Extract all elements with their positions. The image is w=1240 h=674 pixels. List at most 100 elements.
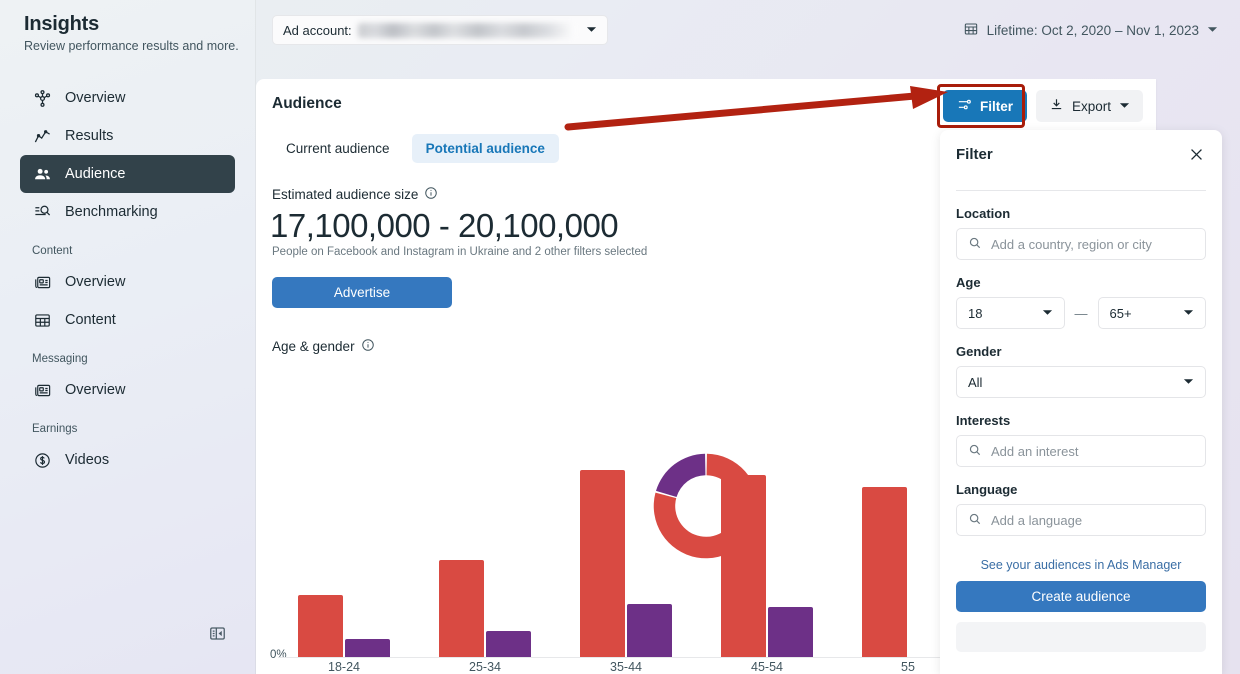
filter-group-interests: Interests Add an interest: [940, 413, 1222, 467]
filter-group-age: Age 18 — 65+: [940, 275, 1222, 329]
estimated-audience-size-label: Estimated audience size: [272, 186, 438, 203]
search-icon: [968, 443, 982, 460]
sidebar-item-label: Content: [65, 312, 116, 328]
date-range-selector[interactable]: Lifetime: Oct 2, 2020 – Nov 1, 2023: [957, 16, 1224, 44]
people-icon: [32, 164, 52, 184]
age-min-select[interactable]: 18: [956, 297, 1065, 329]
app-title: Insights: [24, 13, 100, 35]
gender-value: All: [968, 374, 983, 390]
age-label: Age: [956, 275, 981, 290]
gender-label: Gender: [956, 344, 1002, 359]
x-axis-label-35-44: 35-44: [610, 660, 642, 674]
x-axis-label-25-34: 25-34: [469, 660, 501, 674]
age-range-row: 18 — 65+: [956, 297, 1206, 329]
article-icon: [32, 380, 52, 400]
chevron-down-icon: [1183, 306, 1194, 321]
sidebar-collapse-icon[interactable]: [205, 621, 229, 645]
estimated-audience-size-description: People on Facebook and Instagram in Ukra…: [272, 246, 648, 258]
dollar-circle-icon: [32, 450, 52, 470]
chevron-down-icon: [1119, 99, 1130, 114]
sidebar-item-label: Benchmarking: [65, 204, 158, 220]
sidebar-item-content[interactable]: Content: [20, 301, 235, 339]
ad-account-label: Ad account:: [283, 22, 352, 38]
search-icon: [968, 512, 982, 529]
filter-button-label: Filter: [980, 98, 1014, 114]
filter-panel-title: Filter: [956, 145, 993, 163]
chart-title: Age & gender: [272, 338, 375, 355]
sidebar-item-label: Overview: [65, 90, 126, 106]
tab-current-audience[interactable]: Current audience: [272, 134, 404, 163]
interests-label: Interests: [956, 413, 1011, 428]
network-nodes-icon: [32, 88, 52, 108]
panel-bottom-placeholder: [956, 622, 1206, 652]
filter-group-gender: Gender All: [940, 344, 1222, 398]
sidebar-item-content-overview[interactable]: Overview: [20, 263, 235, 301]
interests-input[interactable]: Add an interest: [956, 435, 1206, 467]
age-max-value: 65+: [1109, 305, 1132, 321]
audience-tabs: Current audience Potential audience: [272, 134, 559, 163]
language-input[interactable]: Add a language: [956, 504, 1206, 536]
age-max-select[interactable]: 65+: [1097, 297, 1206, 329]
sidebar-item-videos[interactable]: Videos: [20, 441, 235, 479]
export-button-label: Export: [1072, 98, 1112, 114]
interests-placeholder: Add an interest: [991, 443, 1079, 459]
chevron-down-icon: [1183, 375, 1194, 390]
language-label: Language: [956, 482, 1018, 497]
estimated-audience-size-value: 17,100,000 - 20,100,000: [270, 207, 619, 244]
sidebar-item-results[interactable]: Results: [20, 117, 235, 155]
age-range-dash: —: [1074, 305, 1088, 321]
bar-women-25-34[interactable]: [439, 560, 484, 657]
article-icon: [32, 272, 52, 292]
close-icon[interactable]: [1186, 144, 1206, 164]
language-placeholder: Add a language: [991, 512, 1083, 528]
bar-women-18-24[interactable]: [298, 595, 343, 657]
gender-select[interactable]: All: [956, 366, 1206, 398]
location-input[interactable]: Add a country, region or city: [956, 228, 1206, 260]
x-axis-label-18-24: 18-24: [328, 660, 360, 674]
y-axis-tick-0: 0%: [270, 649, 287, 661]
donut-slice-men[interactable]: [655, 453, 706, 498]
chevron-down-icon: [1207, 23, 1218, 38]
ad-account-select[interactable]: Ad account:: [272, 15, 608, 45]
bar-men-45-54[interactable]: [768, 607, 813, 657]
sidebar-item-audience[interactable]: Audience: [20, 155, 235, 193]
filter-group-location: Location Add a country, region or city: [940, 206, 1222, 260]
sidebar-item-label: Videos: [65, 452, 110, 468]
export-button[interactable]: Export: [1036, 90, 1144, 122]
sidebar-item-benchmarking[interactable]: Benchmarking: [20, 193, 235, 231]
sidebar-item-label: Audience: [65, 166, 126, 182]
bar-women-45-54[interactable]: [721, 475, 766, 657]
sliders-icon: [957, 97, 972, 115]
age-min-value: 18: [968, 305, 983, 321]
sidebar-item-overview[interactable]: Overview: [20, 79, 235, 117]
search-icon: [968, 236, 982, 253]
bar-men-18-24[interactable]: [345, 639, 390, 657]
info-icon[interactable]: [424, 186, 438, 203]
bar-men-25-34[interactable]: [486, 631, 531, 657]
sidebar-item-label: Overview: [65, 274, 126, 290]
sidebar-group-earnings: Earnings: [32, 423, 78, 435]
estimated-size-text: Estimated audience size: [272, 187, 419, 202]
filter-button[interactable]: Filter: [943, 90, 1028, 122]
magnifier-list-icon: [32, 202, 52, 222]
tab-potential-audience[interactable]: Potential audience: [411, 134, 559, 163]
sidebar-item-messaging-overview[interactable]: Overview: [20, 371, 235, 409]
app-subtitle: Review performance results and more.: [24, 39, 239, 53]
sidebar-group-content: Content: [32, 245, 73, 257]
bar-women-55[interactable]: [862, 487, 907, 657]
create-audience-button[interactable]: Create audience: [956, 581, 1206, 612]
bar-men-35-44[interactable]: [627, 604, 672, 657]
filter-panel: Filter Location Add a country, region or…: [940, 130, 1222, 674]
info-icon[interactable]: [361, 338, 375, 355]
chevron-down-icon: [1042, 306, 1053, 321]
calendar-icon: [963, 21, 979, 40]
brand: Insights Review performance results and …: [0, 0, 255, 53]
location-placeholder: Add a country, region or city: [991, 236, 1152, 252]
advertise-button[interactable]: Advertise: [272, 277, 452, 308]
bar-women-35-44[interactable]: [580, 470, 625, 657]
divider: [956, 190, 1206, 191]
sidebar-item-label: Overview: [65, 382, 126, 398]
ads-manager-link[interactable]: See your audiences in Ads Manager: [940, 558, 1222, 572]
line-chart-icon: [32, 126, 52, 146]
chart-title-text: Age & gender: [272, 339, 355, 354]
